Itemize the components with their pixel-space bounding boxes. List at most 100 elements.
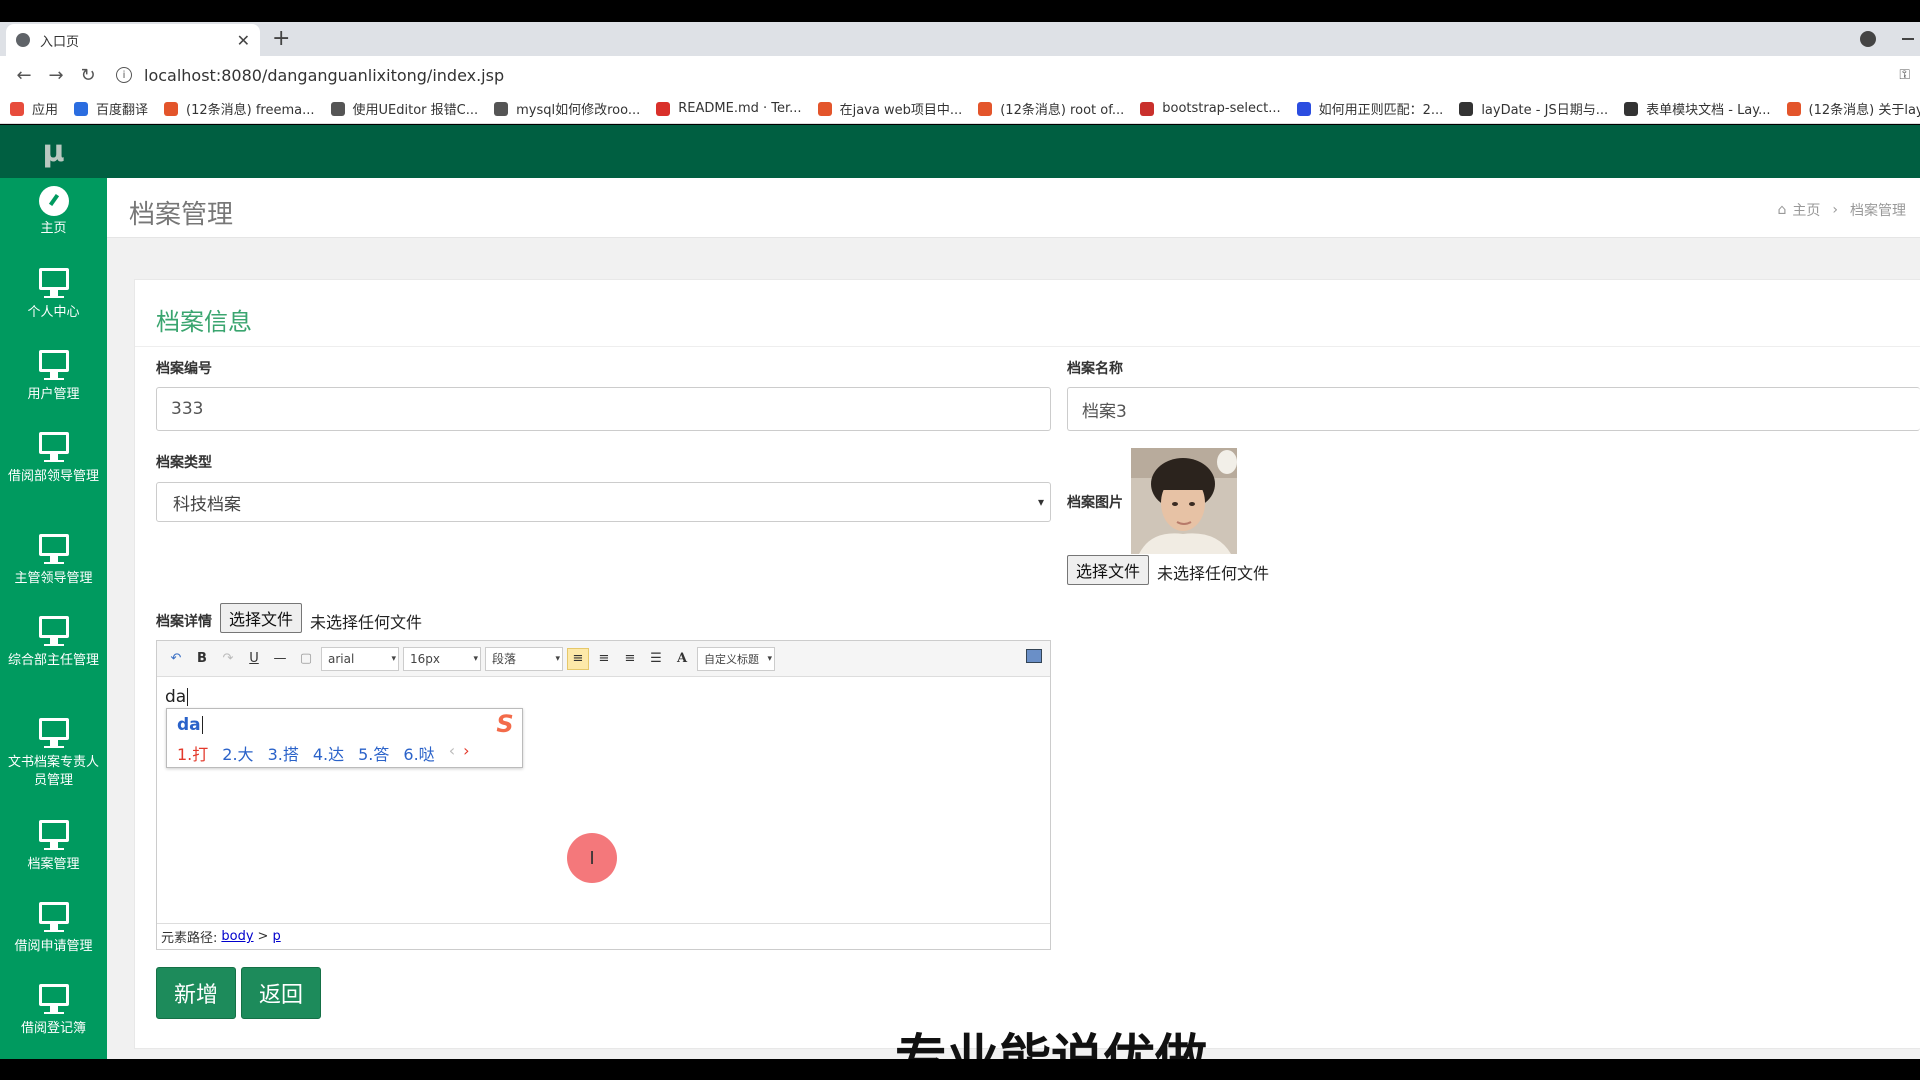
archive-type-select[interactable]: 科技档案 ▾ bbox=[156, 482, 1051, 522]
underline-icon[interactable]: U bbox=[243, 648, 265, 670]
font-size-select[interactable]: 16px ▾ bbox=[403, 646, 481, 671]
browser-tab[interactable]: 入口页 ✕ bbox=[6, 24, 260, 56]
ime-candidate[interactable]: 1.打 bbox=[177, 741, 208, 765]
bookmark-item[interactable]: 使用UEditor 报错C... bbox=[330, 99, 479, 118]
undo-icon[interactable]: ↶ bbox=[165, 648, 187, 670]
new-tab-button[interactable]: + bbox=[272, 26, 290, 51]
bookmark-item[interactable]: (12条消息) root of... bbox=[978, 99, 1124, 118]
bold-icon[interactable]: B bbox=[191, 648, 213, 670]
sidebar-item[interactable]: 综合部主任管理 bbox=[0, 616, 107, 670]
monitor-icon bbox=[38, 534, 69, 564]
ime-candidate[interactable]: 6.哒 bbox=[403, 741, 434, 765]
profile-icon[interactable] bbox=[1860, 31, 1876, 47]
sidebar-item-label: 个人中心 bbox=[27, 305, 80, 320]
bookmark-favicon-icon bbox=[1624, 101, 1639, 116]
close-icon[interactable]: ✕ bbox=[237, 31, 250, 50]
sidebar-item-label: 用户管理 bbox=[27, 387, 80, 402]
custom-title-select[interactable]: 自定义标题 ▾ bbox=[697, 646, 775, 671]
bookmark-item[interactable]: mysql如何修改roo... bbox=[494, 99, 640, 118]
chevron-right-icon[interactable]: › bbox=[463, 741, 469, 765]
chevron-left-icon[interactable]: ‹ bbox=[449, 741, 455, 765]
bookmark-item[interactable]: 表单模块文档 - Lay... bbox=[1624, 99, 1771, 118]
archive-id-label: 档案编号 bbox=[156, 361, 212, 377]
detail-no-file-text: 未选择任何文件 bbox=[310, 613, 423, 632]
url-input[interactable]: i localhost:8080/danganguanlixitong/inde… bbox=[116, 60, 1920, 90]
paragraph-select[interactable]: 段落 ▾ bbox=[485, 646, 563, 671]
image-no-file-text: 未选择任何文件 bbox=[1157, 564, 1270, 583]
redo-icon[interactable]: ↷ bbox=[217, 648, 239, 670]
bookmark-label: README.md · Ter... bbox=[678, 101, 802, 116]
bookmark-item[interactable]: 在java web项目中... bbox=[817, 99, 962, 118]
ime-candidate[interactable]: 5.答 bbox=[358, 741, 389, 765]
minimize-icon[interactable] bbox=[1902, 38, 1914, 40]
image-choose-file-button[interactable]: 选择文件 bbox=[1067, 555, 1150, 585]
forward-arrow-icon[interactable]: → bbox=[42, 61, 70, 89]
bookmark-item[interactable]: 百度翻译 bbox=[74, 99, 148, 118]
font-color-icon[interactable]: A bbox=[671, 648, 693, 670]
element-path-label: 元素路径: bbox=[161, 931, 218, 946]
archive-detail-label: 档案详情 bbox=[156, 614, 212, 630]
bookmark-item[interactable]: 应用 bbox=[10, 99, 58, 118]
bookmark-label: 使用UEditor 报错C... bbox=[352, 103, 479, 118]
page-icon[interactable]: ▢ bbox=[295, 648, 317, 670]
key-icon[interactable]: ⚿ bbox=[1899, 67, 1910, 83]
align-left-icon[interactable]: ≡ bbox=[567, 647, 589, 670]
editor-content[interactable]: da bbox=[165, 687, 189, 707]
sidebar-item[interactable]: 档案管理 bbox=[0, 820, 107, 874]
dropdown-icon: ▾ bbox=[473, 653, 478, 664]
align-center-icon[interactable]: ≡ bbox=[619, 648, 641, 670]
bookmark-item[interactable]: (12条消息) 关于lay... bbox=[1786, 99, 1920, 118]
archive-id-input[interactable]: 333 bbox=[156, 387, 1051, 431]
sidebar-item[interactable]: 主管领导管理 bbox=[0, 534, 107, 588]
bookmark-label: 如何用正则匹配：2... bbox=[1318, 103, 1444, 118]
ime-candidate[interactable]: 3.搭 bbox=[268, 741, 299, 765]
monitor-icon bbox=[38, 820, 69, 850]
ime-composition: da bbox=[177, 715, 203, 735]
align-justify-icon[interactable]: ☰ bbox=[645, 648, 667, 670]
bookmark-item[interactable]: README.md · Ter... bbox=[656, 101, 802, 116]
align-right-icon[interactable]: ≡ bbox=[593, 648, 615, 670]
reload-icon[interactable]: ↻ bbox=[74, 61, 102, 89]
path-body-link[interactable]: body bbox=[221, 929, 253, 944]
back-button[interactable]: 返回 bbox=[241, 967, 321, 1019]
breadcrumb-home[interactable]: 主页 bbox=[1792, 200, 1820, 220]
archive-image-label: 档案图片 bbox=[1067, 495, 1123, 511]
bookmark-favicon-icon bbox=[74, 101, 89, 116]
sidebar-item[interactable]: 借阅登记簿 bbox=[0, 984, 107, 1038]
add-button[interactable]: 新增 bbox=[156, 967, 236, 1019]
sidebar-item[interactable]: 借阅部领导管理 bbox=[0, 432, 107, 486]
breadcrumb: ⌂ 主页 › 档案管理 bbox=[1778, 200, 1907, 220]
sidebar-item[interactable]: 主页 bbox=[0, 186, 107, 238]
monitor-icon bbox=[38, 902, 69, 932]
bookmark-item[interactable]: (12条消息) freema... bbox=[164, 99, 315, 118]
bookmark-label: 百度翻译 bbox=[96, 103, 149, 118]
archive-name-input[interactable]: 档案3 bbox=[1067, 387, 1920, 431]
archive-type-label: 档案类型 bbox=[156, 455, 212, 471]
path-p-link[interactable]: p bbox=[272, 929, 280, 944]
path-separator: > bbox=[257, 929, 269, 944]
bookmark-item[interactable]: layDate - JS日期与... bbox=[1459, 99, 1608, 118]
apps-grid-icon bbox=[10, 101, 24, 116]
back-arrow-icon[interactable]: ← bbox=[10, 61, 38, 89]
ime-candidate[interactable]: 4.达 bbox=[313, 741, 344, 765]
content-header: 档案管理 ⌂ 主页 › 档案管理 bbox=[107, 178, 1920, 238]
chevron-down-icon: ▾ bbox=[1037, 495, 1044, 509]
sidebar-item[interactable]: 用户管理 bbox=[0, 350, 107, 404]
ime-candidate[interactable]: 2.大 bbox=[222, 741, 253, 765]
bookmark-item[interactable]: bootstrap-select... bbox=[1140, 101, 1281, 116]
bookmark-label: 应用 bbox=[32, 103, 59, 118]
app-logo[interactable]: μ bbox=[0, 125, 107, 178]
sidebar-item[interactable]: 借阅申请管理 bbox=[0, 902, 107, 956]
sidebar-item[interactable]: 文书档案专责人员管理 bbox=[0, 718, 107, 790]
bookmarks-bar: 应用 百度翻译 (12条消息) freema... 使用UEditor 报错C... m… bbox=[0, 94, 1920, 124]
bookmark-favicon-icon bbox=[494, 101, 509, 116]
info-icon[interactable]: i bbox=[116, 67, 132, 83]
fullscreen-icon[interactable] bbox=[1026, 649, 1042, 663]
detail-choose-file-button[interactable]: 选择文件 bbox=[220, 603, 303, 633]
sidebar-item[interactable]: 个人中心 bbox=[0, 268, 107, 322]
text-cursor bbox=[187, 688, 189, 706]
horizontal-rule-icon[interactable]: — bbox=[269, 648, 291, 670]
bookmark-favicon-icon bbox=[1296, 101, 1311, 116]
font-family-select[interactable]: arial ▾ bbox=[321, 646, 399, 671]
bookmark-item[interactable]: 如何用正则匹配：2... bbox=[1296, 99, 1444, 118]
